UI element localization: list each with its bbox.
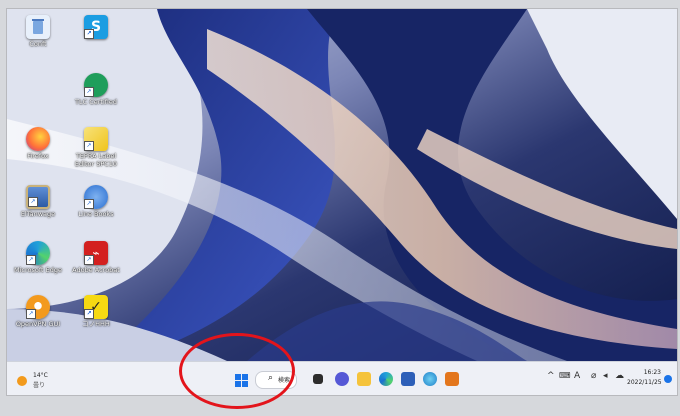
shortcut-arrow-icon: ↗ [84,87,94,97]
tray-overflow-chevron-icon[interactable]: ^ [547,371,555,381]
desktop-icon-norton[interactable]: ✓ ↗ コノHHH [67,295,125,329]
firefox-icon [26,127,50,151]
red-highlight-circle [179,333,295,409]
desktop-icon-label: ElTanwage [20,210,56,218]
ime-indicator[interactable]: A [574,371,580,381]
shortcut-arrow-icon: ↗ [84,255,94,265]
desktop-icon-label: Adobe Acrobat [72,266,120,274]
shortcut-arrow-icon: ↗ [84,309,94,319]
shortcut-arrow-icon: ↗ [84,141,94,151]
onedrive-cloud-icon[interactable]: ☁ [615,371,624,381]
app-icon[interactable] [423,372,437,386]
keyboard-icon[interactable]: ⌨ [559,371,571,380]
desktop-icon-label: コノHHH [82,320,110,328]
edge-icon: ↗ [26,241,50,265]
notification-icon[interactable] [664,375,672,383]
monitor-screen: Conft S ↗ ↗ TLC Certified Firefox ↗ TEPR… [6,8,678,396]
shortcut-arrow-icon: ↗ [26,309,36,319]
store-icon[interactable] [401,372,415,386]
network-icon[interactable]: ⌀ [591,371,596,381]
shortcut-arrow-icon: ↗ [28,197,38,207]
desktop-icon-label: TLC Certified [75,98,117,106]
desktop-icon-label: Line Books [78,210,114,218]
clock-date: 2022/11/25 [627,379,662,386]
desktop-icon-acrobat[interactable]: ⌁ ↗ Adobe Acrobat [67,241,125,275]
desktop-icon-tepra[interactable]: ↗ TEPRA Label Editor SPC10 [67,127,125,168]
file-explorer-icon[interactable] [357,372,371,386]
chat-icon[interactable] [335,372,349,386]
linebooks-icon: ↗ [84,185,108,209]
outlook-icon[interactable] [445,372,459,386]
shortcut-arrow-icon: ↗ [26,255,36,265]
image-app-icon: ↗ [26,185,50,209]
task-view-icon[interactable] [313,374,323,384]
norton-check-icon: ✓ ↗ [84,295,108,319]
recycle-bin-icon [26,15,50,39]
desktop-icon-linebooks[interactable]: ↗ Line Books [67,185,125,219]
weather-condition: 曇り [33,382,46,389]
desktop-icon-label: TEPRA Label Editor SPC10 [74,152,118,168]
desktop-icon-edge[interactable]: ↗ Microsoft Edge [9,241,67,275]
desktop-icon-image-app[interactable]: ↗ ElTanwage [9,185,67,219]
openvpn-icon: ↗ [26,295,50,319]
desktop-icon-label: Conft [29,40,47,48]
tepra-icon: ↗ [84,127,108,151]
acrobat-icon: ⌁ ↗ [84,241,108,265]
desktop-icon-label: OpenVPN GUI [15,320,61,328]
edge-taskbar-icon[interactable] [379,372,393,386]
desktop-icon-tlc-certified[interactable]: ↗ TLC Certified [67,73,125,107]
clock-time: 16:23 [643,369,661,376]
shortcut-arrow-icon: ↗ [84,29,94,39]
system-clock[interactable]: 16:23 2022/11/25 [627,368,662,388]
taskbar: 14°C 曇り ⌕ 検索 ^ ⌨ A ⌀ ◂ ☁ 16:23 2022/11/2… [7,361,677,395]
desktop-icon-firefox[interactable]: Firefox [9,127,67,161]
volume-icon[interactable]: ◂ [603,371,608,381]
sun-icon [17,376,27,386]
skype-icon: S ↗ [84,15,108,39]
desktop-icon-skype[interactable]: S ↗ [67,15,125,39]
desktop-icon-label: Firefox [27,152,49,160]
tlc-certified-icon: ↗ [84,73,108,97]
weather-temperature: 14°C [33,372,48,379]
desktop-icon-openvpn[interactable]: ↗ OpenVPN GUI [9,295,67,329]
desktop-icon-label: Microsoft Edge [13,266,62,274]
shortcut-arrow-icon: ↗ [84,199,94,209]
desktop-icon-recycle-bin[interactable]: Conft [9,15,67,49]
